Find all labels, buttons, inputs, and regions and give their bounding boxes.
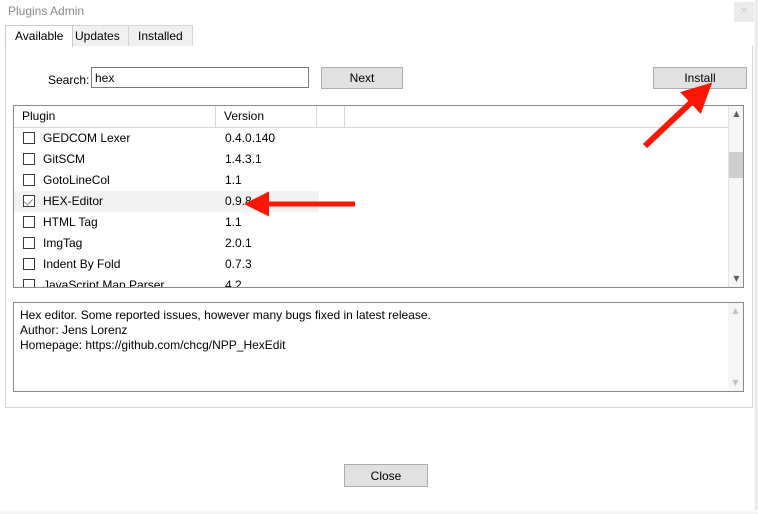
window-title: Plugins Admin bbox=[8, 4, 85, 18]
plugin-name: GotoLineCol bbox=[43, 173, 110, 187]
checkbox-icon[interactable] bbox=[23, 279, 35, 287]
plugin-version: 0.7.3 bbox=[225, 257, 252, 271]
checkbox-icon[interactable] bbox=[23, 237, 35, 249]
table-row[interactable]: GitSCM 1.4.3.1 bbox=[14, 149, 728, 170]
install-button[interactable]: Install bbox=[653, 67, 747, 89]
tab-strip: Available Updates Installed bbox=[5, 25, 753, 47]
window-right-edge bbox=[754, 0, 758, 514]
checkbox-icon[interactable] bbox=[23, 258, 35, 270]
plugin-list-header: Plugin Version bbox=[14, 106, 743, 128]
checkbox-icon[interactable] bbox=[23, 153, 35, 165]
plugin-name: GitSCM bbox=[43, 152, 85, 166]
table-row[interactable]: HTML Tag 1.1 bbox=[14, 212, 728, 233]
plugin-version: 0.9.8 bbox=[225, 194, 252, 208]
scroll-down-icon[interactable]: ▼ bbox=[729, 271, 743, 287]
plugin-version: 1.1 bbox=[225, 173, 242, 187]
window-close-icon[interactable]: ✕ bbox=[734, 2, 754, 22]
plugin-version: 4.2 bbox=[225, 278, 242, 288]
table-row[interactable]: GotoLineCol 1.1 bbox=[14, 170, 728, 191]
tab-available[interactable]: Available bbox=[5, 25, 74, 47]
plugin-version: 1.1 bbox=[225, 215, 242, 229]
plugins-admin-window: Plugins Admin ✕ Available Updates Instal… bbox=[0, 0, 758, 514]
table-row[interactable]: ImgTag 2.0.1 bbox=[14, 233, 728, 254]
title-bar: Plugins Admin ✕ bbox=[0, 0, 758, 24]
scrollbar-thumb[interactable] bbox=[729, 152, 743, 178]
column-header-version[interactable]: Version bbox=[216, 106, 317, 127]
table-row[interactable]: HEX-Editor 0.9.8 bbox=[14, 191, 728, 212]
column-header-extra[interactable] bbox=[317, 106, 345, 127]
plugin-name: ImgTag bbox=[43, 236, 83, 250]
table-row[interactable]: JavaScript Map Parser 4.2 bbox=[14, 275, 728, 288]
plugin-name: HEX-Editor bbox=[43, 194, 104, 208]
next-button[interactable]: Next bbox=[321, 67, 403, 89]
close-button[interactable]: Close bbox=[344, 464, 428, 487]
plugin-list: Plugin Version GEDCOM Lexer 0.4.0.140 GitS… bbox=[13, 105, 744, 288]
search-label: Search: bbox=[48, 73, 90, 87]
plugin-description-text: Hex editor. Some reported issues, howeve… bbox=[20, 308, 431, 352]
checkbox-icon[interactable] bbox=[23, 174, 35, 186]
tab-installed[interactable]: Installed bbox=[128, 25, 193, 46]
plugin-list-body[interactable]: GEDCOM Lexer 0.4.0.140 GitSCM 1.4.3.1 GotoLi… bbox=[14, 128, 728, 288]
scroll-up-icon: ▲ bbox=[732, 306, 739, 315]
description-scrollbar[interactable]: ▲ ▼ bbox=[728, 303, 743, 391]
tab-updates[interactable]: Updates bbox=[65, 25, 130, 46]
search-input[interactable] bbox=[91, 67, 309, 88]
plugin-name: Indent By Fold bbox=[43, 257, 121, 271]
plugin-name: JavaScript Map Parser bbox=[43, 278, 165, 288]
window-bottom-edge bbox=[0, 510, 758, 514]
plugin-description-pane: Hex editor. Some reported issues, howeve… bbox=[13, 302, 744, 392]
checkbox-icon[interactable] bbox=[23, 216, 35, 228]
scroll-up-icon[interactable]: ▲ bbox=[729, 106, 743, 122]
plugin-name: HTML Tag bbox=[43, 215, 98, 229]
plugin-name: GEDCOM Lexer bbox=[43, 131, 131, 145]
scroll-down-icon: ▼ bbox=[732, 378, 739, 387]
table-row[interactable]: Indent By Fold 0.7.3 bbox=[14, 254, 728, 275]
checkbox-checked-icon[interactable] bbox=[23, 195, 35, 207]
table-row[interactable]: GEDCOM Lexer 0.4.0.140 bbox=[14, 128, 728, 149]
plugin-list-scrollbar[interactable]: ▲ ▼ bbox=[728, 106, 743, 287]
plugin-version: 0.4.0.140 bbox=[225, 131, 276, 145]
plugin-version: 2.0.1 bbox=[225, 236, 252, 250]
column-header-plugin[interactable]: Plugin bbox=[14, 106, 216, 127]
checkbox-icon[interactable] bbox=[23, 132, 35, 144]
plugin-version: 1.4.3.1 bbox=[225, 152, 262, 166]
